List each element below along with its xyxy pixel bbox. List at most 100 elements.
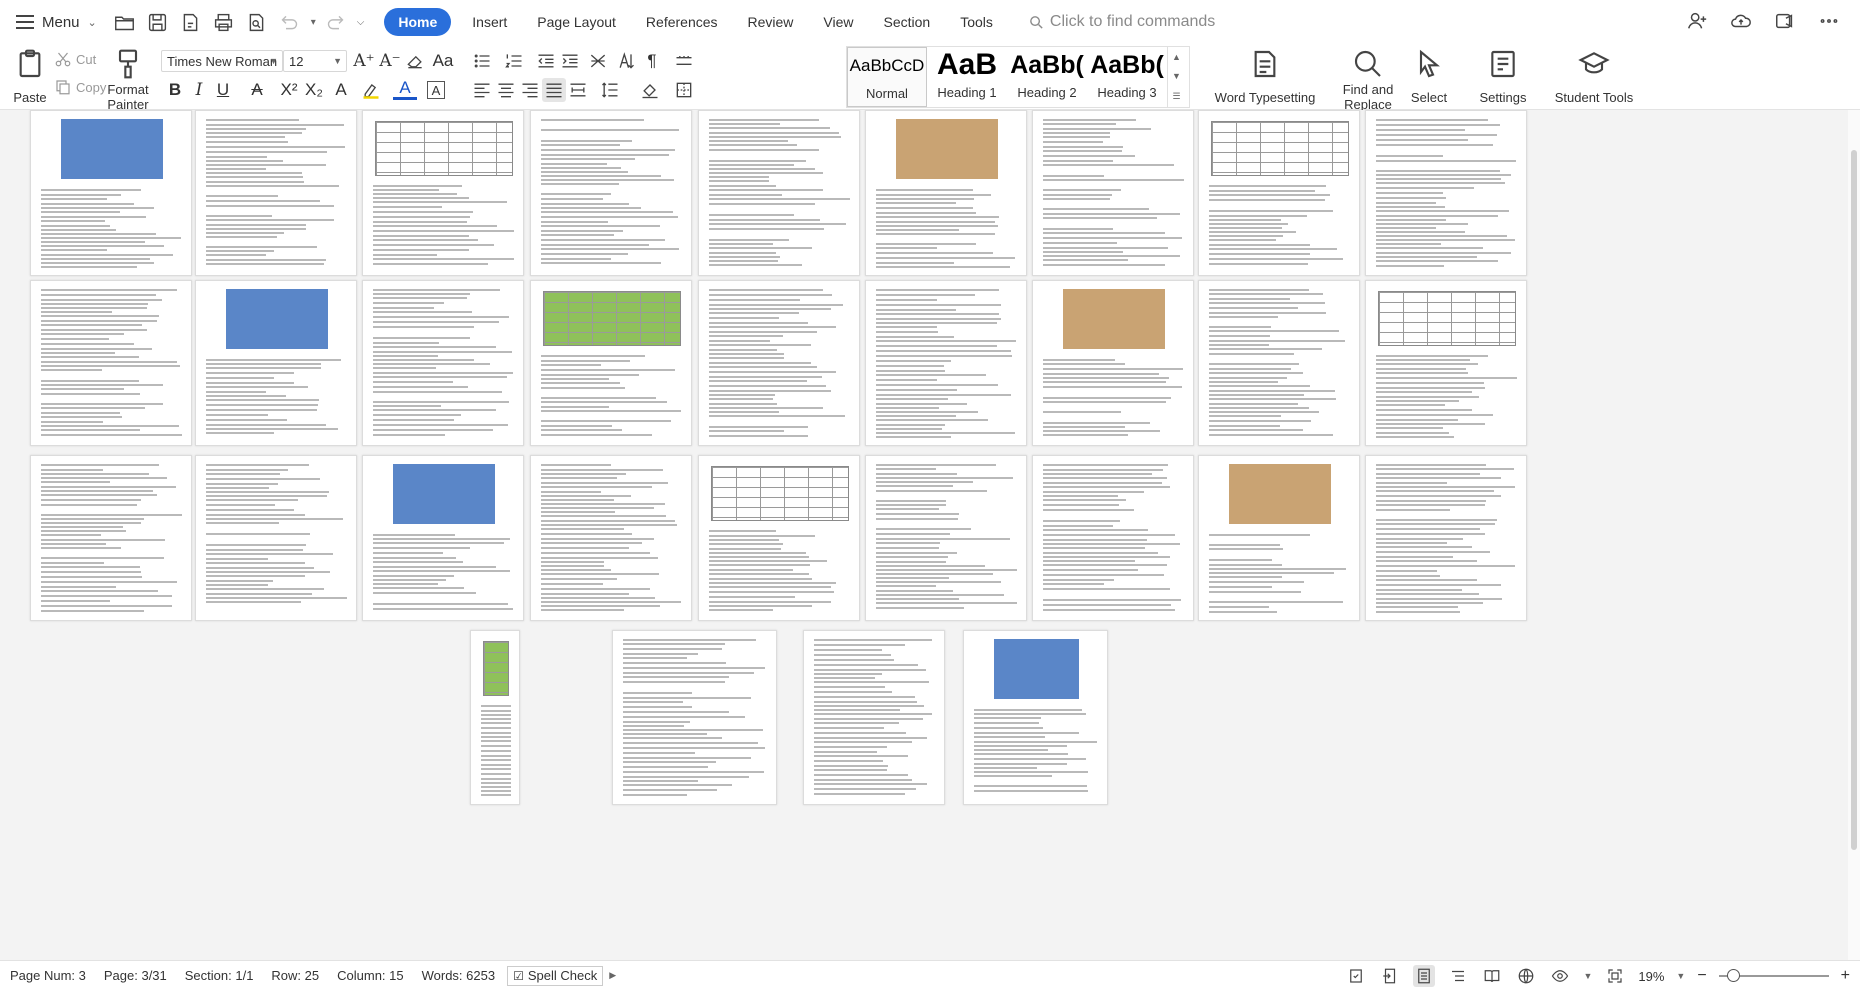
document-page-thumbnail[interactable]: [30, 280, 192, 446]
tab-insert[interactable]: Insert: [457, 8, 522, 36]
bold-icon[interactable]: B: [163, 78, 187, 102]
tab-home[interactable]: Home: [384, 8, 452, 36]
spell-check-button[interactable]: ☑ Spell Check: [507, 965, 604, 986]
styles-scroll[interactable]: ▲ ▼ ☰: [1167, 47, 1185, 107]
protect-icon[interactable]: [1345, 965, 1367, 987]
chinese-layout-icon[interactable]: [586, 49, 610, 73]
select-button[interactable]: Select: [1405, 48, 1453, 105]
document-page-thumbnail[interactable]: [1365, 110, 1527, 276]
tab-view[interactable]: View: [808, 8, 868, 36]
settings-button[interactable]: Settings: [1472, 48, 1534, 105]
underline-icon[interactable]: U: [211, 78, 235, 102]
tab-tools[interactable]: Tools: [945, 8, 1008, 36]
document-page-thumbnail[interactable]: [865, 280, 1027, 446]
word-typesetting-button[interactable]: Word Typesetting: [1206, 48, 1324, 105]
document-page-thumbnail[interactable]: [612, 630, 777, 805]
document-page-thumbnail[interactable]: [30, 110, 192, 276]
document-page-thumbnail[interactable]: [362, 110, 524, 276]
status-page[interactable]: Page: 3/31: [104, 968, 167, 983]
outline-icon[interactable]: [1447, 965, 1469, 987]
status-section[interactable]: Section: 1/1: [185, 968, 254, 983]
document-page-thumbnail[interactable]: [1365, 455, 1527, 621]
add-user-icon[interactable]: [1682, 8, 1712, 34]
reading-view-icon[interactable]: [1481, 965, 1503, 987]
style-normal[interactable]: AaBbCcD Normal: [847, 47, 927, 107]
expand-styles-icon[interactable]: ☰: [1172, 91, 1180, 102]
align-left-icon[interactable]: [470, 78, 494, 102]
document-page-thumbnail[interactable]: [530, 455, 692, 621]
document-page-thumbnail[interactable]: [698, 455, 860, 621]
align-right-icon[interactable]: [518, 78, 542, 102]
fit-page-icon[interactable]: [1604, 965, 1626, 987]
bullets-icon[interactable]: [470, 49, 494, 73]
page-view-icon[interactable]: [1413, 965, 1436, 987]
chevron-down-icon[interactable]: ▼: [1676, 971, 1685, 981]
align-center-icon[interactable]: [494, 78, 518, 102]
document-page-thumbnail[interactable]: [803, 630, 945, 805]
student-tools-button[interactable]: Student Tools: [1548, 48, 1640, 105]
strikethrough-icon[interactable]: A: [245, 78, 269, 102]
format-painter-button[interactable]: Format Painter: [104, 48, 152, 112]
clear-formatting-icon[interactable]: [403, 49, 427, 73]
style-heading-2[interactable]: AaBb( Heading 2: [1007, 47, 1087, 107]
show-marks-icon[interactable]: ¶: [640, 49, 664, 73]
distributed-icon[interactable]: [566, 78, 590, 102]
save-icon[interactable]: [144, 9, 171, 36]
document-page-thumbnail[interactable]: [470, 630, 520, 805]
print-icon[interactable]: [210, 9, 237, 36]
tab-references[interactable]: References: [631, 8, 733, 36]
justify-icon[interactable]: [542, 78, 566, 102]
decrease-indent-icon[interactable]: [534, 49, 558, 73]
command-search[interactable]: Click to find commands: [1028, 13, 1215, 31]
document-page-thumbnail[interactable]: [362, 280, 524, 446]
paste-button[interactable]: Paste: [10, 48, 50, 105]
document-page-thumbnail[interactable]: [698, 110, 860, 276]
outline-view-icon[interactable]: [1379, 965, 1401, 987]
copy-button[interactable]: Copy: [54, 78, 106, 96]
status-page-num[interactable]: Page Num: 3: [10, 968, 86, 983]
vertical-scrollbar[interactable]: [1848, 110, 1860, 960]
tab-section[interactable]: Section: [869, 8, 946, 36]
undo-dropdown-icon[interactable]: ▾: [311, 17, 316, 28]
document-page-thumbnail[interactable]: [195, 110, 357, 276]
cloud-upload-icon[interactable]: [1726, 8, 1756, 34]
customize-toolbar-icon[interactable]: ⌵: [357, 17, 365, 28]
shading-icon[interactable]: [638, 78, 662, 102]
chevron-up-icon[interactable]: ▲: [1172, 52, 1181, 62]
document-page-thumbnail[interactable]: [1198, 110, 1360, 276]
document-page-thumbnail[interactable]: [865, 110, 1027, 276]
document-page-thumbnail[interactable]: [30, 455, 192, 621]
style-heading-3[interactable]: AaBb( Heading 3: [1087, 47, 1167, 107]
font-color-icon[interactable]: A: [393, 78, 417, 100]
document-page-thumbnail[interactable]: [1032, 280, 1194, 446]
share-icon[interactable]: [1770, 8, 1800, 34]
zoom-out-icon[interactable]: −: [1697, 967, 1706, 985]
undo-icon[interactable]: [276, 9, 303, 36]
zoom-slider-knob[interactable]: [1726, 969, 1740, 982]
document-page-thumbnail[interactable]: [530, 110, 692, 276]
chevron-down-icon[interactable]: ▼: [1583, 971, 1592, 981]
more-options-icon[interactable]: [1814, 8, 1844, 34]
italic-icon[interactable]: I: [187, 78, 211, 102]
zoom-slider[interactable]: [1718, 969, 1829, 982]
document-page-thumbnail[interactable]: [530, 280, 692, 446]
tab-review[interactable]: Review: [733, 8, 809, 36]
superscript-icon[interactable]: X²: [277, 78, 301, 102]
sort-icon[interactable]: [614, 49, 638, 73]
document-page-thumbnail[interactable]: [865, 455, 1027, 621]
numbering-icon[interactable]: [502, 49, 526, 73]
shrink-font-icon[interactable]: A⁻: [378, 49, 402, 73]
open-folder-icon[interactable]: [111, 9, 138, 36]
highlight-icon[interactable]: [359, 78, 383, 102]
document-page-thumbnail[interactable]: [1365, 280, 1527, 446]
scrollbar-thumb[interactable]: [1851, 150, 1857, 850]
document-page-thumbnail[interactable]: [362, 455, 524, 621]
borders-icon[interactable]: [672, 78, 696, 102]
chevron-down-icon[interactable]: ▼: [1172, 71, 1181, 81]
print-preview-icon[interactable]: [243, 9, 270, 36]
character-shading-icon[interactable]: A: [427, 81, 445, 99]
cut-button[interactable]: Cut: [54, 50, 96, 68]
increase-indent-icon[interactable]: [558, 49, 582, 73]
document-page-thumbnail[interactable]: [1198, 280, 1360, 446]
redo-icon[interactable]: [322, 9, 349, 36]
